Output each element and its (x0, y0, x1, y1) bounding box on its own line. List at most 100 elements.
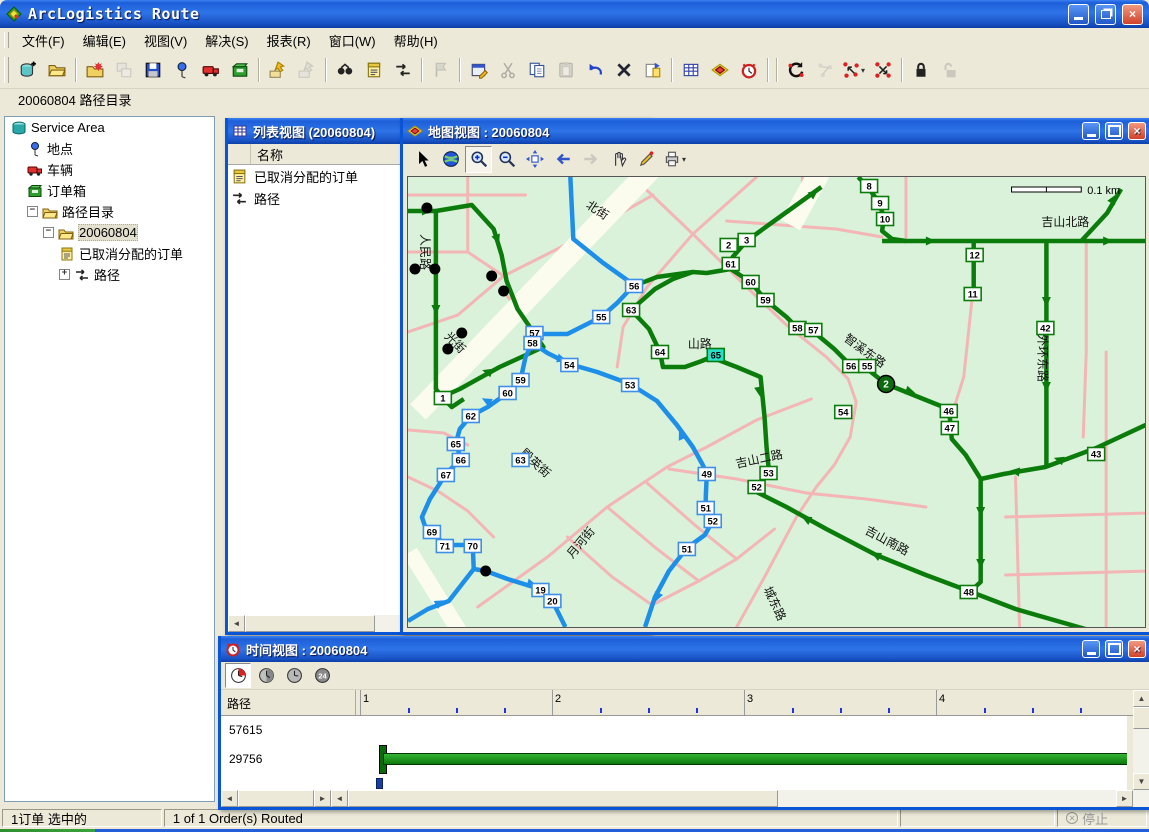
route-time-bar[interactable] (383, 753, 1127, 765)
scroll-down-icon[interactable]: ▼ (1133, 773, 1149, 790)
menu-item-3[interactable]: 解决(S) (196, 29, 257, 52)
list-item-label[interactable]: 路径 (254, 189, 280, 208)
time-minimize-button[interactable] (1082, 640, 1100, 658)
clock-24-button[interactable]: 24 (309, 663, 335, 688)
list-horizontal-scrollbar[interactable]: ◄ (228, 615, 403, 632)
menu-item-2[interactable]: 视图(V) (135, 29, 196, 52)
scroll-thumb[interactable] (238, 790, 314, 807)
select-tool-button[interactable] (409, 146, 436, 173)
tree-item-label[interactable]: Service Area (31, 120, 105, 135)
clock-hour-button[interactable] (281, 663, 307, 688)
route-row-label[interactable]: 57615 (229, 723, 262, 737)
clock-half-button[interactable] (253, 663, 279, 688)
draw-tool-button[interactable] (633, 146, 660, 173)
time-vertical-scrollbar[interactable]: ▲ ▼ (1133, 690, 1149, 790)
tree-item-label[interactable]: 地点 (47, 139, 73, 158)
new-route-folder-button[interactable] (80, 56, 109, 85)
restore-button[interactable] (1095, 4, 1116, 25)
lock-button[interactable] (906, 56, 935, 85)
scroll-thumb[interactable] (1133, 707, 1149, 729)
scroll-right-icon[interactable]: ► (314, 790, 331, 807)
project-tree[interactable]: Service Area地点车辆订单箱−路径目录−20060804已取消分配的订… (4, 116, 215, 802)
scroll-thumb[interactable] (348, 790, 778, 807)
zoom-in-tool-button[interactable] (465, 146, 492, 173)
duplicate-button[interactable] (638, 56, 667, 85)
tree-item-路径[interactable]: +路径 (5, 264, 214, 285)
forward-tool-button[interactable] (577, 146, 604, 173)
collapse-icon[interactable]: − (27, 206, 38, 217)
list-item-label[interactable]: 已取消分配的订单 (254, 167, 358, 186)
new-location-button[interactable] (167, 56, 196, 85)
tree-item-label[interactable]: 路径目录 (62, 202, 114, 221)
time-maximize-button[interactable] (1105, 640, 1123, 658)
zoom-extent-tool-button[interactable] (521, 146, 548, 173)
time-horizontal-scrollbar[interactable]: ◄ ► ◄ ► (221, 790, 1149, 807)
scroll-left-icon[interactable]: ◄ (331, 790, 348, 807)
collapse-icon[interactable]: − (43, 227, 54, 238)
cut-button[interactable] (493, 56, 522, 85)
build-routes-button[interactable] (781, 56, 810, 85)
sequence-orders-button[interactable] (810, 56, 839, 85)
orders-list-button[interactable] (359, 56, 388, 85)
table-view-button[interactable] (676, 56, 705, 85)
copy-folder-button[interactable] (109, 56, 138, 85)
map-minimize-button[interactable] (1082, 122, 1100, 140)
scroll-thumb[interactable] (245, 615, 375, 632)
map-view-button[interactable] (705, 56, 734, 85)
properties-button[interactable] (464, 56, 493, 85)
time-close-button[interactable]: × (1128, 640, 1146, 658)
map-view-title-bar[interactable]: 地图视图 : 20060804 × (403, 118, 1149, 144)
print-tool-button[interactable]: ▾ (661, 146, 688, 173)
tree-item-车辆[interactable]: 车辆 (5, 159, 214, 180)
time-view-button[interactable] (734, 56, 763, 85)
tree-item-label[interactable]: 订单箱 (47, 181, 86, 200)
minimize-button[interactable] (1068, 4, 1089, 25)
scroll-right-icon[interactable]: ► (1116, 790, 1133, 807)
resequence-button[interactable]: ▾ (839, 56, 868, 85)
map-close-button[interactable]: × (1128, 122, 1146, 140)
unassign-button[interactable] (868, 56, 897, 85)
menu-item-6[interactable]: 帮助(H) (385, 29, 447, 52)
tree-item-label[interactable]: 路径 (94, 265, 120, 284)
dropdown-caret-icon[interactable]: ▾ (682, 155, 686, 164)
menu-item-4[interactable]: 报表(R) (258, 29, 320, 52)
menu-grip[interactable] (4, 32, 9, 49)
tree-item-label[interactable]: 已取消分配的订单 (79, 244, 183, 263)
flag-button[interactable] (426, 56, 455, 85)
tree-item-20060804[interactable]: − 20060804 (5, 222, 214, 243)
unlock-button[interactable] (935, 56, 964, 85)
route-row-label[interactable]: 29756 (229, 752, 262, 766)
tree-item-路径目录[interactable]: − 路径目录 (5, 201, 214, 222)
paste-button[interactable] (551, 56, 580, 85)
export-orders-button[interactable] (292, 56, 321, 85)
delete-button[interactable] (609, 56, 638, 85)
map-canvas[interactable]: 人民路北街光街山路智溪东路吉山北路外环东路殿英街吉山二路月河街城东路吉山南路0.… (407, 176, 1146, 628)
time-view-title-bar[interactable]: 时间视图 : 20060804 × (221, 636, 1149, 662)
scroll-left-icon[interactable]: ◄ (228, 615, 245, 632)
new-project-button[interactable] (13, 56, 42, 85)
tree-item-label[interactable]: 20060804 (78, 224, 138, 241)
menu-item-0[interactable]: 文件(F) (13, 29, 74, 52)
tree-item-label[interactable]: 车辆 (47, 160, 73, 179)
new-orders-button[interactable] (225, 56, 254, 85)
status-cell-3[interactable]: ✕停止 (1057, 809, 1147, 827)
pan-tool-button[interactable] (605, 146, 632, 173)
back-tool-button[interactable] (549, 146, 576, 173)
new-vehicle-button[interactable] (196, 56, 225, 85)
tree-item-已取消分配的订单[interactable]: 已取消分配的订单 (5, 243, 214, 264)
menu-item-5[interactable]: 窗口(W) (320, 29, 385, 52)
routes-list-button[interactable] (388, 56, 417, 85)
column-name[interactable]: 名称 (251, 144, 289, 164)
toolbar-grip[interactable] (4, 57, 9, 82)
find-button[interactable] (330, 56, 359, 85)
clock-quarter-button[interactable] (225, 663, 251, 688)
zoom-out-tool-button[interactable] (493, 146, 520, 173)
map-maximize-button[interactable] (1105, 122, 1123, 140)
time-rows[interactable]: 57615 29756 (221, 716, 1127, 790)
tree-item-地点[interactable]: 地点 (5, 138, 214, 159)
import-orders-button[interactable] (263, 56, 292, 85)
menu-item-1[interactable]: 编辑(E) (74, 29, 135, 52)
undo-button[interactable] (580, 56, 609, 85)
save-button[interactable] (138, 56, 167, 85)
close-button[interactable]: × (1122, 4, 1143, 25)
